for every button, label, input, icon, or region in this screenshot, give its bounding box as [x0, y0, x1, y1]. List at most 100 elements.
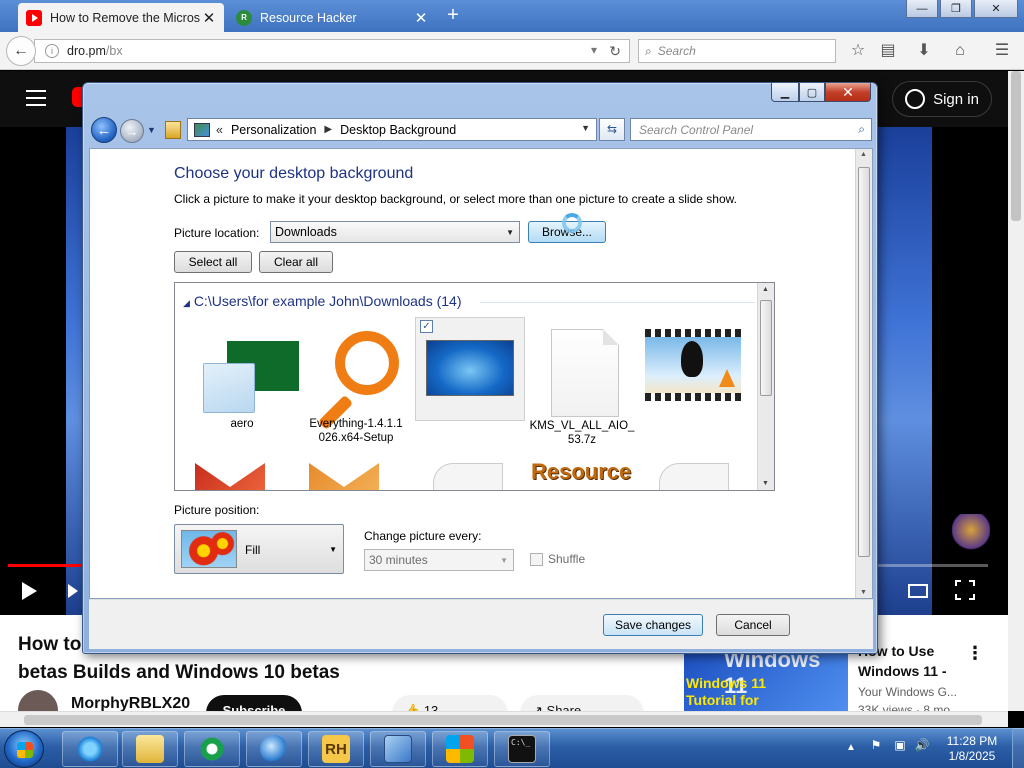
- scrollbar-thumb[interactable]: [858, 167, 870, 557]
- search-input[interactable]: ⌕ Search: [638, 39, 836, 63]
- tab-youtube[interactable]: How to Remove the Micros ✕: [18, 3, 224, 32]
- tux-icon: [681, 341, 703, 377]
- bookmark-star-icon[interactable]: ☆: [848, 41, 868, 61]
- picture-tile-partial[interactable]: [433, 463, 503, 490]
- start-button[interactable]: [4, 730, 44, 768]
- content-scrollbar[interactable]: ▲ ▼: [855, 149, 872, 598]
- cancel-button[interactable]: Cancel: [716, 614, 790, 636]
- shuffle-checkbox[interactable]: [530, 553, 543, 566]
- page-horizontal-scrollbar[interactable]: [0, 711, 1008, 727]
- picture-tile-partial[interactable]: [309, 463, 379, 490]
- menu-icon[interactable]: ☰: [992, 41, 1012, 61]
- address-bar[interactable]: « Personalization ▶ Desktop Background ▼: [187, 118, 597, 141]
- picture-location-select[interactable]: Downloads ▼: [270, 221, 520, 243]
- breadcrumb-desktop-background[interactable]: Desktop Background: [340, 123, 456, 137]
- change-picture-every-select[interactable]: 30 minutes ▼: [364, 549, 514, 571]
- picture-tile-partial[interactable]: [659, 463, 729, 490]
- scroll-down-icon[interactable]: ▼: [860, 589, 867, 596]
- info-icon[interactable]: i: [45, 44, 59, 58]
- tab-resource-hacker[interactable]: R Resource Hacker ✕: [228, 3, 436, 32]
- scroll-up-icon[interactable]: ▲: [762, 286, 769, 293]
- busy-cursor-icon: [562, 213, 582, 233]
- search-input[interactable]: Search Control Panel ⌕: [630, 118, 872, 141]
- close-tab-icon[interactable]: ✕: [202, 9, 216, 27]
- taskbar-network[interactable]: [246, 731, 302, 767]
- taskbar-resource-hacker[interactable]: RH: [308, 731, 364, 767]
- reading-list-icon[interactable]: ▤: [878, 41, 898, 61]
- forward-button[interactable]: →: [120, 119, 144, 143]
- breadcrumb-personalization[interactable]: Personalization: [231, 123, 316, 137]
- picture-tile-partial[interactable]: Resource: [531, 459, 641, 490]
- scrollbar-thumb[interactable]: [1011, 71, 1021, 221]
- fullscreen-icon[interactable]: [954, 579, 976, 601]
- more-options-icon[interactable]: ⋮: [966, 643, 984, 664]
- search-icon: ⌕: [645, 43, 652, 58]
- internet-explorer-icon: [76, 735, 104, 763]
- picture-checkbox[interactable]: ✓: [420, 320, 433, 333]
- chevron-down-icon[interactable]: ▼: [581, 123, 590, 133]
- picture-tile-partial[interactable]: [195, 463, 265, 490]
- close-button[interactable]: ✕: [825, 83, 871, 102]
- taskbar-explorer[interactable]: [122, 731, 178, 767]
- back-button[interactable]: ←: [91, 117, 117, 143]
- save-changes-button[interactable]: Save changes: [603, 614, 703, 636]
- hamburger-menu-icon[interactable]: [26, 90, 46, 106]
- page-vertical-scrollbar[interactable]: [1008, 71, 1024, 711]
- dialog-footer: Save changes Cancel: [89, 599, 873, 649]
- url-bar[interactable]: i dro.pm/bx ▾ ↻: [34, 39, 630, 63]
- picture-position-select[interactable]: Fill ▼: [174, 524, 344, 574]
- browser-tab-bar: How to Remove the Micros ✕ R Resource Ha…: [0, 0, 1024, 32]
- breadcrumb-separator-icon[interactable]: ▶: [324, 124, 332, 135]
- clear-all-button[interactable]: Clear all: [259, 251, 333, 273]
- restore-button[interactable]: ❐: [940, 0, 972, 18]
- select-all-button[interactable]: Select all: [174, 251, 252, 273]
- recent-pages-icon[interactable]: ▼: [147, 125, 156, 135]
- reload-icon[interactable]: ↻: [609, 43, 621, 60]
- refresh-button[interactable]: ⇆: [599, 118, 625, 141]
- taskbar-ie[interactable]: [62, 731, 118, 767]
- scroll-up-icon[interactable]: ▲: [860, 151, 867, 158]
- control-panel-icon: [384, 735, 412, 763]
- picture-list-scrollbar[interactable]: ▲ ▼: [757, 283, 774, 490]
- system-clock[interactable]: 11:28 PM 1/8/2025: [940, 734, 1004, 764]
- minimize-button[interactable]: ▁: [771, 83, 799, 102]
- scroll-down-icon[interactable]: ▼: [762, 480, 769, 487]
- network-icon[interactable]: ▣: [892, 738, 908, 754]
- show-hidden-icons[interactable]: ▲: [846, 742, 856, 753]
- up-folder-icon[interactable]: [165, 121, 181, 139]
- new-tab-button[interactable]: +: [442, 4, 464, 26]
- taskbar-windows[interactable]: [432, 731, 488, 767]
- collapse-icon[interactable]: ◢: [183, 298, 190, 308]
- play-icon[interactable]: [22, 582, 37, 600]
- downloads-icon[interactable]: ⬇: [914, 41, 934, 61]
- taskbar-cmd[interactable]: C:\_: [494, 731, 550, 767]
- group-header[interactable]: ◢ C:\Users\for example John\Downloads (1…: [183, 293, 461, 309]
- sign-in-button[interactable]: Sign in: [892, 81, 992, 117]
- recommended-video-thumbnail[interactable]: Windows 11 Windows 11 Tutorial for: [684, 645, 848, 711]
- show-desktop-button[interactable]: [1012, 728, 1024, 768]
- scrollbar-thumb[interactable]: [24, 715, 982, 725]
- picture-tile[interactable]: KMS_VL_ALL_AIO_ 53.7z: [527, 323, 637, 453]
- close-tab-icon[interactable]: ✕: [414, 9, 428, 27]
- vlc-cone-icon: [719, 369, 735, 387]
- picture-tile[interactable]: aero: [187, 313, 299, 443]
- taskbar-control-panel[interactable]: [370, 731, 426, 767]
- scrollbar-thumb[interactable]: [760, 300, 772, 396]
- picture-tile[interactable]: ✓: [415, 317, 525, 421]
- next-icon[interactable]: [68, 584, 78, 598]
- minimize-button[interactable]: —: [906, 0, 938, 18]
- home-icon[interactable]: ⌂: [950, 41, 970, 61]
- picture-location-label: Picture location:: [174, 226, 260, 240]
- theater-mode-icon[interactable]: [908, 584, 928, 598]
- breadcrumb-overflow[interactable]: «: [216, 123, 223, 137]
- maximize-button[interactable]: ▢: [799, 83, 825, 102]
- back-button[interactable]: ←: [6, 36, 36, 66]
- action-center-icon[interactable]: ⚑: [868, 738, 884, 754]
- close-button[interactable]: ✕: [974, 0, 1018, 18]
- url-arrow-icon[interactable]: ▾: [591, 43, 597, 57]
- taskbar-app[interactable]: [184, 731, 240, 767]
- volume-icon[interactable]: 🔊: [914, 738, 930, 754]
- picture-position-value: Fill: [245, 543, 261, 557]
- picture-tile[interactable]: [635, 313, 745, 443]
- picture-tile[interactable]: Everything-1.4.1.1 026.x64-Setup: [301, 313, 411, 444]
